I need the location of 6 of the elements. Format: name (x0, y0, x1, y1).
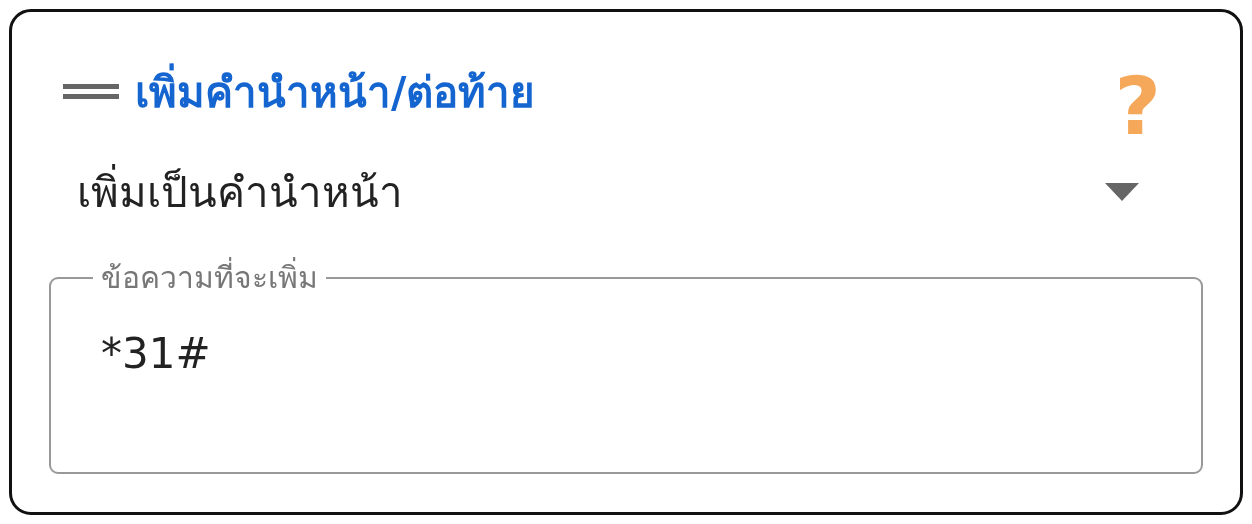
caret-icon (1105, 183, 1139, 201)
drag-handle-icon[interactable] (63, 82, 119, 102)
input-field[interactable]: *31# (101, 329, 1161, 378)
card-title: เพิ่มคำนำหน้า/ต่อท้าย (135, 59, 536, 125)
mode-dropdown[interactable]: เพิ่มเป็นคำนำหน้า (49, 152, 1203, 232)
field-label: ข้อความที่จะเพิ่ม (93, 254, 326, 301)
